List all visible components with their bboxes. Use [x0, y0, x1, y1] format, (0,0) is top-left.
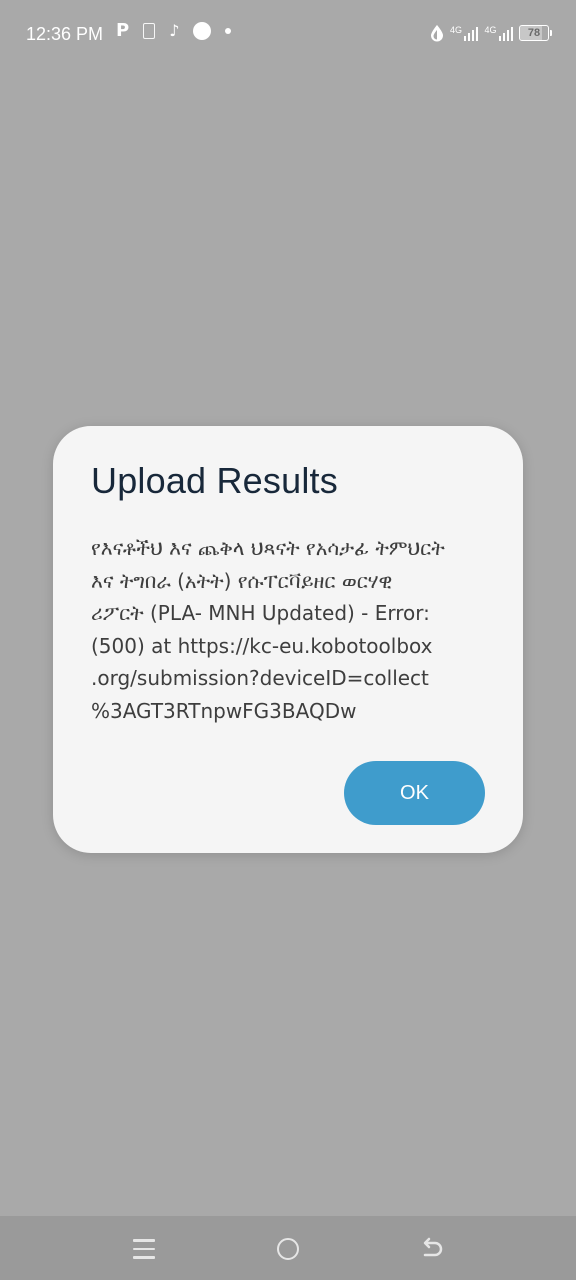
battery-icon: 78 — [519, 25, 552, 41]
battery-level: 78 — [527, 27, 541, 39]
status-time: 12:36 PM — [26, 24, 104, 44]
dot-icon — [225, 28, 232, 34]
upload-results-dialog: Upload Results የእናቶችህ እና ጨቅላ ህጻናት የአሳታፊ … — [53, 426, 523, 853]
circle-icon — [193, 22, 212, 40]
parking-app-icon: P — [116, 20, 130, 41]
signal-icon-sim2: 4G — [484, 24, 513, 41]
system-icons: 4G 4G 78 — [430, 24, 552, 42]
data-saver-icon — [430, 24, 444, 42]
network-type-label: 4G — [484, 24, 497, 35]
dialog-title: Upload Results — [91, 460, 338, 501]
document-icon — [143, 23, 156, 39]
status-bar: 12:36 PM P ♪ 4G 4G 78 — [0, 0, 576, 72]
menu-icon[interactable] — [130, 1236, 158, 1262]
network-type-label: 4G — [449, 24, 462, 35]
tiktok-icon: ♪ — [169, 21, 180, 40]
back-icon[interactable] — [418, 1236, 446, 1262]
home-icon[interactable] — [274, 1236, 302, 1262]
notification-icons: P ♪ — [116, 20, 232, 41]
signal-icon-sim1: 4G — [449, 24, 479, 41]
navigation-bar — [0, 1216, 576, 1280]
dialog-message: የእናቶችህ እና ጨቅላ ህጻናት የአሳታፊ ትምህርት እና ትግበራ (… — [91, 536, 445, 723]
ok-button[interactable]: OK — [344, 761, 485, 825]
